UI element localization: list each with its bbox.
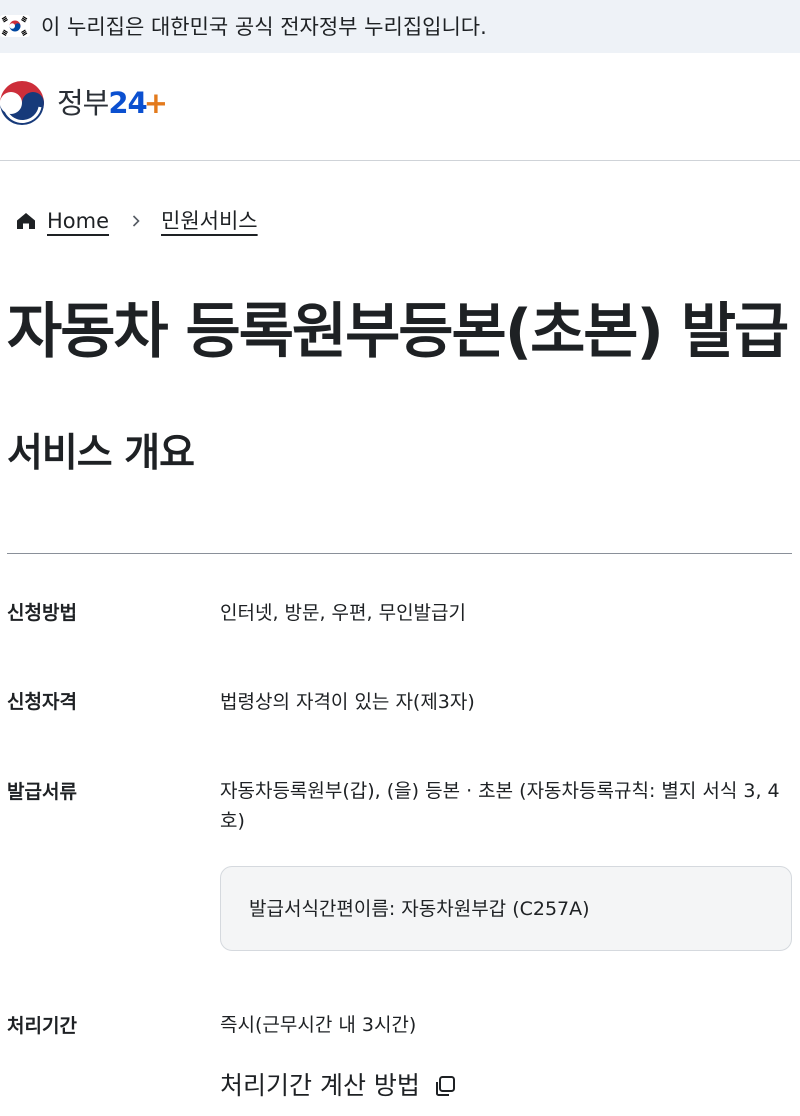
gov-banner-text: 이 누리집은 대한민국 공식 전자정부 누리집입니다. — [41, 15, 487, 39]
row-label: 신청방법 — [7, 602, 77, 624]
logo-plus: + — [143, 86, 168, 120]
logo-word: 정부 — [57, 86, 109, 120]
row-label: 발급서류 — [7, 781, 77, 803]
copy-icon — [435, 1076, 455, 1096]
gov-official-banner: 이 누리집은 대한민국 공식 전자정부 누리집입니다. — [0, 0, 800, 53]
breadcrumb-civil-service-link[interactable]: 민원서비스 — [161, 207, 258, 235]
logo-number: 24 — [108, 86, 147, 120]
section-title: 서비스 개요 — [7, 431, 195, 476]
row-label: 신청자격 — [7, 691, 77, 713]
form-name-info-box: 발급서식간편이름: 자동차원부갑 (C257A) — [220, 866, 792, 951]
gov24-logo-text[interactable]: 정부24+ — [57, 85, 168, 121]
site-header: 정부24+ — [0, 53, 800, 161]
gov24-logo-icon[interactable] — [0, 77, 48, 129]
form-name-text: 발급서식간편이름: 자동차원부갑 (C257A) — [249, 898, 590, 920]
row-value: 자동차등록원부(갑), (을) 등본 · 초본 (자동차등록규칙: 별지 서식 … — [220, 780, 780, 832]
row-value: 법령상의 자격이 있는 자(제3자) — [220, 691, 475, 713]
processing-time-calc-link[interactable]: 처리기간 계산 방법 — [220, 1068, 458, 1104]
section-divider — [7, 553, 792, 554]
page-title: 자동차 등록원부등본(초본) 발급 — [7, 297, 789, 367]
calc-link-label: 처리기간 계산 방법 — [220, 1071, 420, 1100]
row-value: 즉시(근무시간 내 3시간) — [220, 1014, 417, 1036]
row-label: 처리기간 — [7, 1015, 77, 1037]
breadcrumb-home-link[interactable]: Home — [47, 207, 109, 235]
chevron-right-icon — [132, 215, 140, 227]
korea-flag-icon — [0, 15, 30, 37]
breadcrumb: Home 민원서비스 — [15, 204, 258, 238]
row-value: 인터넷, 방문, 우편, 무인발급기 — [220, 602, 466, 624]
home-icon[interactable] — [15, 210, 37, 232]
